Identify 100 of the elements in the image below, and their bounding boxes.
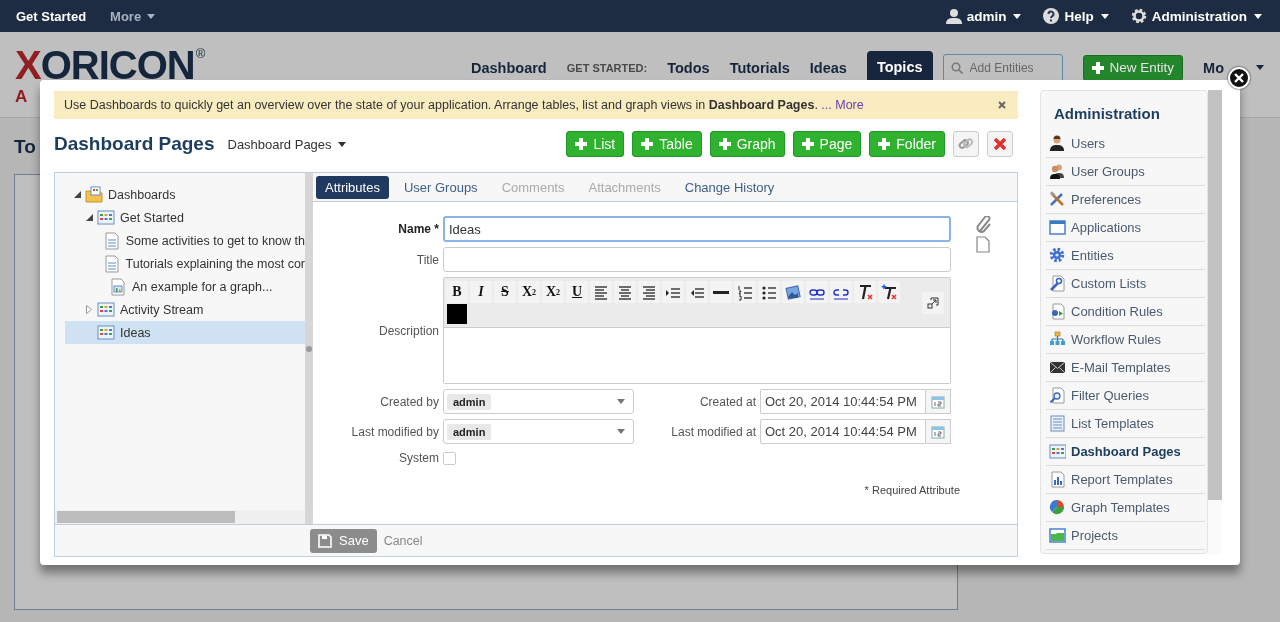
image-button[interactable] — [782, 281, 804, 303]
dialog-title: Dashboard Pages — [54, 133, 215, 155]
bulleted-list-button[interactable] — [758, 281, 780, 303]
hierarchy-icon — [1049, 331, 1066, 348]
admin-menu-item[interactable]: Custom Lists — [1046, 270, 1205, 298]
menu-button[interactable]: admin — [945, 8, 1022, 24]
dismiss-button[interactable] — [996, 99, 1008, 111]
menu-item[interactable]: Get Started — [16, 8, 87, 24]
align-right-button[interactable] — [638, 281, 660, 303]
align-left-button[interactable] — [590, 281, 612, 303]
admin-menu-item[interactable]: Dashboard Pages — [1046, 438, 1205, 466]
maximize-icon — [927, 297, 939, 309]
bold-button[interactable]: B — [446, 281, 468, 303]
tab[interactable]: Attributes — [316, 175, 389, 199]
system-checkbox[interactable] — [443, 451, 456, 465]
plus-icon — [641, 138, 654, 150]
caret-icon — [617, 429, 625, 434]
link-button[interactable] — [806, 281, 828, 303]
registered-mark: ® — [195, 46, 206, 61]
caret-icon — [617, 399, 625, 404]
admin-menu-item[interactable]: Applications — [1046, 214, 1205, 242]
search-field[interactable]: Add Entities — [942, 53, 1063, 82]
admin-menu-item[interactable]: List Templates — [1046, 410, 1205, 438]
tree-item[interactable]: Some activities to get to know th — [65, 229, 305, 252]
indent-button[interactable] — [662, 281, 684, 303]
text-field[interactable] — [443, 247, 951, 272]
more-link[interactable]: ... More — [821, 98, 864, 112]
admin-menu-item[interactable]: Projects — [1046, 522, 1205, 550]
tree-item[interactable]: Dashboards — [65, 183, 305, 206]
user-select[interactable]: admin — [443, 389, 634, 414]
caret-icon — [1013, 13, 1022, 19]
menu-label: E-Mail Templates — [1071, 360, 1171, 375]
admin-menu-item[interactable]: Entities — [1046, 242, 1205, 270]
numbered-list-button[interactable] — [734, 281, 756, 303]
clear-format-button[interactable] — [854, 281, 876, 303]
splitter-handle[interactable] — [305, 173, 313, 524]
admin-menu-item[interactable]: Graph Templates — [1046, 494, 1205, 522]
outdent-button[interactable] — [686, 281, 708, 303]
tree-item[interactable]: Activity Stream — [65, 298, 305, 321]
menu-label: Applications — [1071, 220, 1142, 235]
italic-button[interactable]: I — [470, 281, 492, 303]
menu-label: Filter Queries — [1071, 388, 1150, 403]
new-entity-button[interactable]: New Entity — [1082, 54, 1184, 81]
admin-menu-item[interactable]: Filter Queries — [1046, 382, 1205, 410]
chain-icon — [958, 136, 974, 152]
admin-menu-item[interactable]: Users — [1046, 130, 1205, 158]
dashboard-icon — [97, 323, 115, 342]
plus-icon — [1091, 61, 1104, 74]
nav-link[interactable]: Ideas — [809, 59, 847, 76]
underline-button[interactable]: U — [566, 281, 588, 303]
logo-text: XORICON — [15, 46, 195, 83]
nav-link[interactable]: Dashboard — [471, 59, 547, 76]
admin-menu-item[interactable]: Preferences — [1046, 186, 1205, 214]
field-label: Created at — [698, 394, 757, 409]
maximize-button[interactable] — [922, 292, 944, 314]
menu-button[interactable]: Administration — [1130, 8, 1262, 24]
caret-icon — [147, 13, 156, 19]
tab[interactable]: Change History — [675, 175, 784, 199]
menu-label: Dashboard Pages — [1071, 444, 1181, 459]
tree-label: Activity Stream — [120, 302, 204, 317]
date-field[interactable]: Oct 20, 2014 10:44:54 PM — [760, 389, 926, 414]
strikethrough-button[interactable]: S — [494, 281, 516, 303]
type-dropdown[interactable]: Dashboard Pages — [227, 136, 346, 152]
nav-dropdown[interactable]: Mo — [1203, 59, 1264, 76]
field-label: Description — [377, 323, 439, 338]
user-select[interactable]: admin — [443, 419, 634, 444]
envelope-icon — [1049, 359, 1066, 376]
menu-label: Report Templates — [1071, 472, 1173, 487]
window-icon — [1049, 219, 1066, 236]
admin-menu-item[interactable]: Condition Rules — [1046, 298, 1205, 326]
align-center-button[interactable] — [614, 281, 636, 303]
clear-all-button[interactable] — [878, 281, 900, 303]
menu-label: Entities — [1071, 248, 1114, 263]
grid-icon — [1049, 443, 1066, 460]
tree-item[interactable]: Get Started — [65, 206, 305, 229]
field-label: System — [398, 451, 439, 465]
menu-button[interactable]: Help — [1043, 8, 1109, 24]
chart-page-icon — [109, 277, 127, 296]
nav-link[interactable]: Tutorials — [729, 59, 790, 76]
admin-menu-item[interactable]: User Groups — [1046, 158, 1205, 186]
nav-link[interactable]: Todos — [667, 59, 710, 76]
admin-menu-item[interactable]: Report Templates — [1046, 466, 1205, 494]
tree-item[interactable]: Ideas — [65, 321, 305, 344]
text-field[interactable]: Ideas — [443, 216, 951, 242]
text-color-button[interactable] — [447, 304, 467, 324]
scrollbar-thumb[interactable] — [57, 511, 235, 523]
date-field[interactable]: Oct 20, 2014 10:44:54 PM — [760, 419, 926, 444]
tree-item[interactable]: Tutorials explaining the most cor — [65, 252, 305, 275]
delete-button[interactable] — [987, 131, 1013, 157]
unlink-button[interactable] — [830, 281, 852, 303]
menu-item[interactable]: More — [110, 8, 156, 24]
tree-label: An example for a graph... — [132, 279, 273, 294]
document-icon — [1049, 303, 1066, 320]
caret-icon — [1254, 13, 1262, 19]
tree-item[interactable]: An example for a graph... — [65, 275, 305, 298]
horizontal-line-button[interactable] — [710, 281, 732, 303]
admin-menu-item[interactable]: E-Mail Templates — [1046, 354, 1205, 382]
admin-menu-item[interactable]: Workflow Rules — [1046, 326, 1205, 354]
numbered-list-icon — [737, 283, 753, 301]
tab[interactable]: User Groups — [394, 175, 487, 199]
